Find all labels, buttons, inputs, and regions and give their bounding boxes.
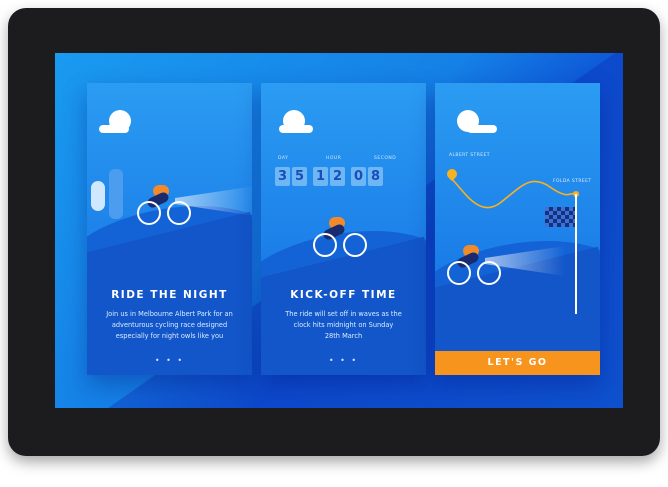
description-line: adventurous cycling race designed [111, 321, 228, 329]
card-title: RIDE THE NIGHT [111, 289, 228, 301]
countdown-digits: 3 5 1 2 0 8 [275, 167, 383, 186]
countdown-digit: 0 [351, 167, 366, 186]
bike-wheel [137, 201, 161, 225]
description-line: especially for night owls like you [115, 332, 224, 340]
countdown-digit: 3 [275, 167, 290, 186]
card-description: The ride will set off in waves as the cl… [271, 309, 416, 342]
description-line: The ride will set off in waves as the [285, 310, 402, 318]
onboarding-card-route: ALBERT STREET FOLDA STREET LET'S GO [435, 83, 600, 375]
countdown-digit: 1 [313, 167, 328, 186]
countdown-label-second: SECOND [374, 156, 397, 161]
bike-wheel [343, 233, 367, 257]
onboarding-card-kick-off-time: DAY HOUR SECOND 3 5 1 2 0 8 KICK-OFF TIM… [261, 83, 426, 375]
page-indicator[interactable]: • • • [87, 356, 252, 365]
description-line: Join us in Melbourne Albert Park for an [106, 310, 233, 318]
building-illustration [91, 181, 105, 211]
onboarding-card-ride-the-night: RIDE THE NIGHT Join us in Melbourne Albe… [87, 83, 252, 375]
tablet-screen: RIDE THE NIGHT Join us in Melbourne Albe… [55, 53, 623, 408]
countdown-label-hour: HOUR [326, 156, 342, 161]
lets-go-button[interactable]: LET'S GO [435, 351, 600, 375]
bike-wheel [447, 261, 471, 285]
countdown-digit: 5 [292, 167, 307, 186]
description-line: 28th March [324, 332, 363, 340]
bike-wheel [167, 201, 191, 225]
tower-illustration [109, 169, 123, 219]
finish-flagpole [575, 194, 577, 314]
cloud-icon [99, 125, 129, 133]
checkered-flag-icon [545, 207, 575, 227]
card-description: Join us in Melbourne Albert Park for an … [97, 309, 242, 342]
description-line: clock hits midnight on Sunday [293, 321, 394, 329]
page-indicator[interactable]: • • • [261, 356, 426, 365]
countdown-digit: 8 [368, 167, 383, 186]
countdown-label-day: DAY [278, 156, 289, 161]
cloud-icon [279, 125, 313, 133]
countdown-digit: 2 [330, 167, 345, 186]
card-title: KICK-OFF TIME [290, 289, 397, 301]
bike-wheel [477, 261, 501, 285]
bike-wheel [313, 233, 337, 257]
